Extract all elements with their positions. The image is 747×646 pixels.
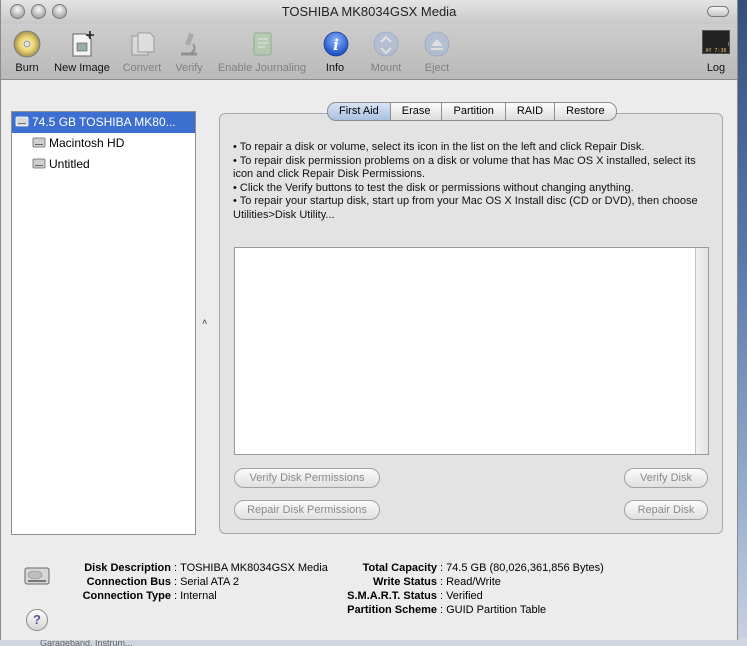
info-key: S.M.A.R.T. Status <box>347 590 437 602</box>
disk-info-right: Total Capacity:74.5 GB (80,026,361,856 B… <box>1 561 604 617</box>
disk-row-toshiba[interactable]: 74.5 GB TOSHIBA MK80... <box>12 112 195 133</box>
info-value: Read/Write <box>446 576 501 588</box>
volume-icon <box>32 158 46 169</box>
tab-first-aid[interactable]: First Aid <box>327 102 391 121</box>
eject-label: Eject <box>424 62 450 74</box>
info-key: Write Status <box>373 576 437 588</box>
info-label: Info <box>325 62 345 74</box>
new-image-icon <box>72 31 94 57</box>
volume-row-untitled[interactable]: Untitled <box>12 154 195 175</box>
mount-label: Mount <box>370 62 402 74</box>
mount-icon <box>373 31 399 57</box>
info-icon: i <box>323 31 349 57</box>
burn-label: Burn <box>15 62 39 74</box>
toolbar: Burn New Image Convert Verify Enable Jou… <box>1 24 737 80</box>
enable-journaling-button[interactable]: Enable Journaling <box>214 30 310 74</box>
log-icon-text: WARNIN AY 7:36 <box>705 42 729 54</box>
verify-label: Verify <box>175 62 203 74</box>
volume-label: Macintosh HD <box>49 136 125 150</box>
volume-row-macintosh-hd[interactable]: Macintosh HD <box>12 133 195 154</box>
volume-label: Untitled <box>49 157 90 171</box>
tab-bar: First Aid Erase Partition RAID Restore <box>327 102 617 121</box>
info-row-smart-status: S.M.A.R.T. Status: Verified <box>1 589 604 603</box>
disk-utility-window: TOSHIBA MK8034GSX Media Burn New Image C… <box>0 0 738 640</box>
verify-button[interactable]: Verify <box>172 30 206 74</box>
mount-button[interactable]: Mount <box>368 30 404 74</box>
log-label: Log <box>706 62 726 74</box>
info-row-total-capacity: Total Capacity:74.5 GB (80,026,361,856 B… <box>1 561 604 575</box>
journal-icon <box>253 32 272 56</box>
info-value: 74.5 GB (80,026,361,856 Bytes) <box>446 562 604 574</box>
desktop-background <box>738 0 747 646</box>
hard-disk-icon <box>15 116 29 127</box>
console-log-icon: WARNIN AY 7:36 <box>702 30 730 54</box>
convert-button[interactable]: Convert <box>120 30 164 74</box>
repair-disk-button[interactable]: Repair Disk <box>624 500 708 520</box>
info-key: Partition Scheme <box>347 604 437 616</box>
burn-button[interactable]: Burn <box>11 30 43 74</box>
info-key: Total Capacity <box>362 562 437 574</box>
disk-list[interactable]: 74.5 GB TOSHIBA MK80... Macintosh HD Unt… <box>11 111 196 535</box>
microscope-icon <box>181 32 197 56</box>
convert-label: Convert <box>122 62 162 74</box>
enable-journaling-label: Enable Journaling <box>217 62 307 74</box>
eject-button[interactable]: Eject <box>422 30 452 74</box>
verify-disk-permissions-button[interactable]: Verify Disk Permissions <box>234 468 380 488</box>
info-value: Verified <box>446 590 483 602</box>
repair-disk-permissions-button[interactable]: Repair Disk Permissions <box>234 500 380 520</box>
convert-icon <box>131 32 155 56</box>
new-image-label: New Image <box>54 62 110 74</box>
volume-icon <box>32 137 46 148</box>
new-image-button[interactable]: New Image <box>52 30 112 74</box>
tab-erase[interactable]: Erase <box>390 102 443 121</box>
info-value: GUID Partition Table <box>446 604 547 616</box>
verify-disk-button[interactable]: Verify Disk <box>624 468 708 488</box>
instruction-line: • To repair your startup disk, start up … <box>233 195 698 221</box>
instruction-line: • To repair a disk or volume, select its… <box>233 141 645 153</box>
eject-icon <box>424 31 450 57</box>
instruction-line: • Click the Verify buttons to test the d… <box>233 181 634 194</box>
window-title: TOSHIBA MK8034GSX Media <box>281 4 457 19</box>
svg-text:i: i <box>333 36 339 54</box>
instruction-line: • To repair disk permission problems on … <box>233 154 696 181</box>
split-view-handle-icon[interactable]: ˄ <box>202 317 207 327</box>
info-row-write-status: Write Status: Read/Write <box>1 575 604 589</box>
burn-icon <box>13 30 41 58</box>
disk-label: 74.5 GB TOSHIBA MK80... <box>32 115 176 129</box>
info-button[interactable]: i Info <box>322 30 349 74</box>
tab-partition[interactable]: Partition <box>442 102 506 121</box>
tab-raid[interactable]: RAID <box>505 102 556 121</box>
main-content: 74.5 GB TOSHIBA MK80... Macintosh HD Unt… <box>1 81 737 640</box>
title-bar[interactable]: TOSHIBA MK8034GSX Media <box>1 0 737 24</box>
toolbar-toggle-button[interactable] <box>707 6 729 17</box>
log-scrollbar[interactable] <box>695 248 708 454</box>
first-aid-instructions: • To repair a disk or volume, select its… <box>233 141 711 222</box>
disk-info-area: ? Disk Description: TOSHIBA MK8034GSX Med… <box>1 553 737 639</box>
first-aid-panel: • To repair a disk or volume, select its… <box>219 113 723 534</box>
log-button[interactable]: WARNIN AY 7:36 Log <box>701 30 731 74</box>
tab-restore[interactable]: Restore <box>555 102 617 121</box>
info-row-partition-scheme: Partition Scheme: GUID Partition Table <box>1 603 604 617</box>
first-aid-log[interactable] <box>234 247 709 455</box>
